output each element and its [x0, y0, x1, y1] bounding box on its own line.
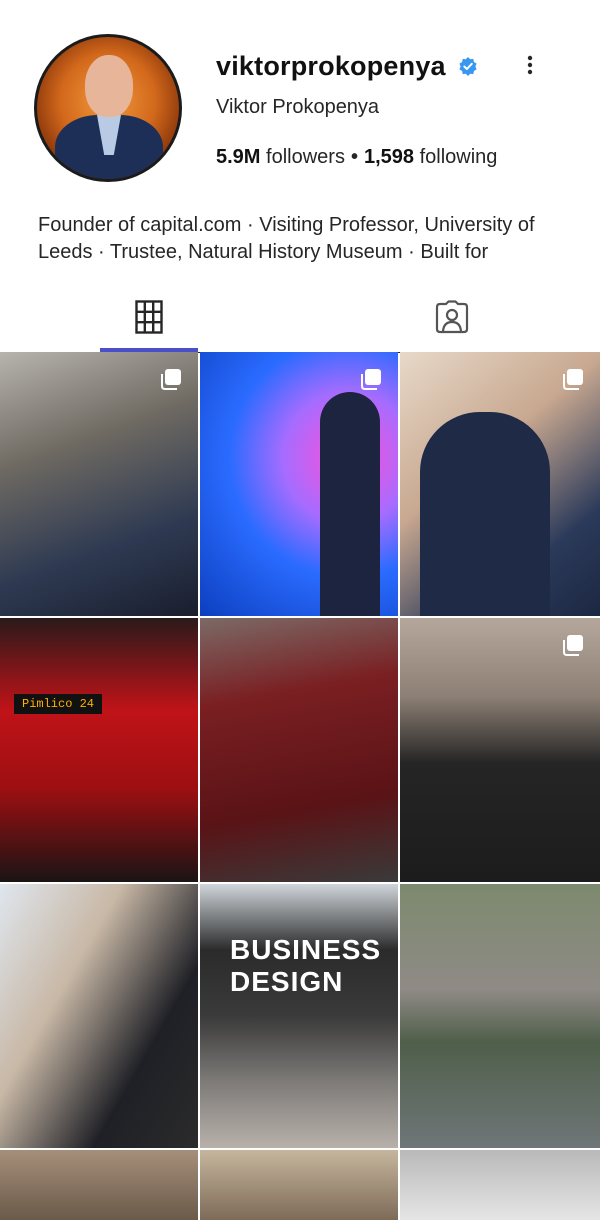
post-thumbnail[interactable] [400, 884, 600, 1148]
speaker-silhouette [420, 412, 550, 616]
carousel-icon [563, 635, 583, 656]
post-thumbnail[interactable]: BUSINESS DESIGN [200, 884, 398, 1148]
verified-badge-icon [459, 57, 477, 76]
followers-count: 5.9M [216, 146, 261, 168]
post-thumbnail[interactable] [400, 1150, 600, 1220]
tab-tagged[interactable] [403, 284, 501, 350]
username-row: viktorprokopenya [216, 48, 478, 84]
profile-bio: Founder of capital.com · Visiting Profes… [38, 214, 535, 263]
following-link[interactable]: 1,598 following [364, 146, 497, 168]
post-thumbnail[interactable] [400, 618, 600, 882]
posts-grid: Pimlico 24 BUSINESS DESIGN [0, 352, 600, 1220]
stats-separator: • [350, 146, 358, 168]
avatar[interactable] [34, 34, 182, 182]
username: viktorprokopenya [216, 50, 446, 81]
following-count: 1,598 [363, 146, 415, 168]
full-name: Viktor Prokopenya [216, 96, 380, 118]
post-thumbnail[interactable] [0, 1150, 198, 1220]
more-options-icon[interactable] [520, 52, 540, 80]
tab-posts-grid[interactable] [100, 284, 198, 352]
profile-stats: 5.9M followers • 1,598 following [216, 146, 497, 169]
carousel-icon [361, 369, 381, 390]
post-thumbnail[interactable] [0, 884, 198, 1148]
carousel-icon [161, 369, 181, 390]
followers-link[interactable]: 5.9M followers [216, 146, 345, 168]
profile-tabs [0, 284, 600, 353]
post-thumbnail[interactable] [200, 618, 398, 882]
following-label: following [419, 146, 498, 168]
speaker-silhouette [320, 392, 380, 616]
followers-label: followers [266, 146, 345, 168]
tagged-person-icon [435, 300, 469, 334]
building-sign: BUSINESS DESIGN [230, 934, 382, 997]
avatar-head-shape [85, 55, 133, 117]
post-thumbnail[interactable] [200, 1150, 398, 1220]
profile-header: viktorprokopenya Viktor Prokopenya 5.9M … [0, 0, 600, 280]
post-thumbnail[interactable] [200, 352, 398, 616]
carousel-icon [563, 369, 583, 390]
post-thumbnail[interactable] [400, 352, 600, 616]
post-thumbnail[interactable] [0, 352, 198, 616]
avatar-image [37, 37, 179, 179]
post-thumbnail[interactable]: Pimlico 24 [0, 618, 198, 882]
bus-sign: Pimlico 24 [14, 694, 103, 714]
grid-icon [135, 300, 163, 334]
